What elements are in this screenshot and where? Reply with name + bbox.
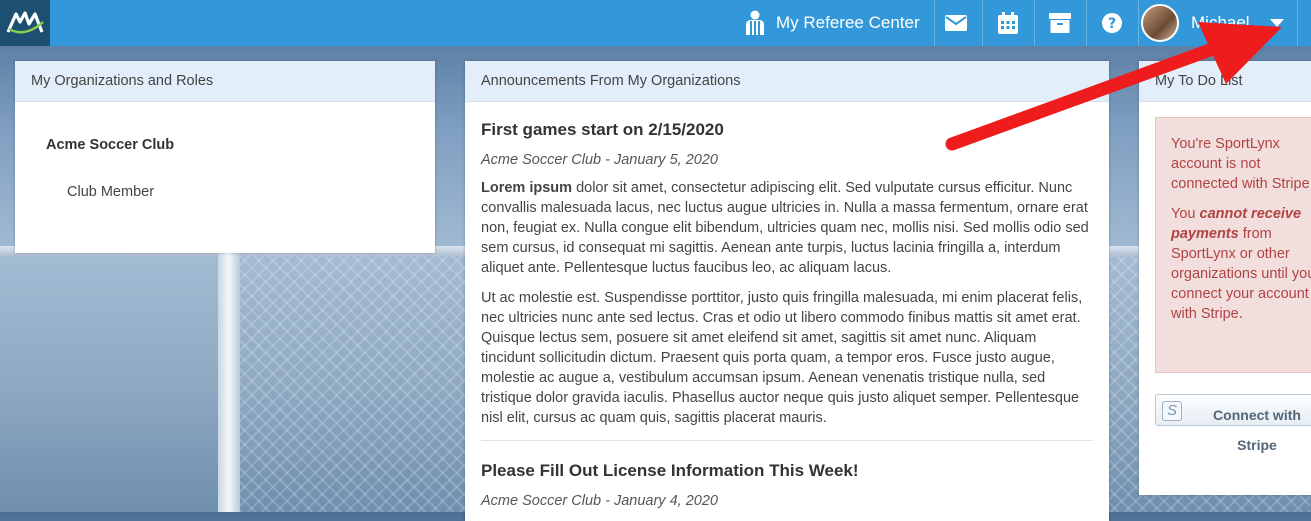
alert-you: You	[1171, 206, 1200, 222]
announcement-bold-lead: Lorem ipsum	[481, 180, 573, 196]
connect-stripe-label: Connect with Stripe	[1213, 407, 1301, 453]
announcement-title: Please Fill Out License Information This…	[481, 461, 859, 480]
stripe-icon: S	[1162, 401, 1182, 421]
logo-icon	[6, 11, 44, 34]
top-nav-bar: My Referee Center ? Michael	[0, 0, 1311, 46]
announcement-paragraph: Ut ac molestie est. Suspendisse porttito…	[481, 290, 1083, 426]
nav-divider	[1297, 0, 1298, 46]
messages-button[interactable]	[930, 0, 983, 46]
referee-icon	[746, 10, 764, 35]
background-goal-post	[218, 250, 240, 512]
calendar-icon	[998, 12, 1018, 34]
organizations-panel-title: My Organizations and Roles	[15, 61, 435, 102]
organization-name[interactable]: Acme Soccer Club	[46, 137, 174, 153]
connect-stripe-button[interactable]: S Connect with Stripe	[1155, 394, 1311, 453]
announcement-title: First games start on 2/15/2020	[481, 120, 724, 139]
alert-line: You cannot receive payments from SportLy…	[1171, 204, 1311, 324]
help-button[interactable]: ?	[1086, 0, 1139, 46]
announcement-text: dolor sit amet, consectetur adipiscing e…	[481, 180, 1089, 276]
referee-center-link[interactable]: My Referee Center	[730, 0, 935, 46]
archive-icon	[1049, 13, 1071, 33]
help-icon: ?	[1102, 13, 1122, 33]
caret-down-icon	[1269, 19, 1284, 27]
app-logo[interactable]	[0, 0, 50, 46]
svg-text:?: ?	[1108, 16, 1116, 32]
user-menu[interactable]: Michael	[1137, 0, 1284, 46]
announcement-paragraph: Lorem ipsum dolor sit amet, consectetur …	[481, 178, 1093, 278]
organization-role: Club Member	[67, 184, 155, 200]
calendar-button[interactable]	[982, 0, 1035, 46]
envelope-icon	[945, 15, 967, 31]
referee-center-label: My Referee Center	[776, 13, 920, 32]
announcement-meta: Acme Soccer Club - January 5, 2020	[481, 152, 718, 168]
alert-line: You're SportLynx account is not connecte…	[1171, 136, 1311, 192]
todo-panel-title: My To Do List	[1139, 61, 1311, 102]
stripe-alert: You're SportLynx account is not connecte…	[1155, 117, 1311, 373]
organizations-panel: My Organizations and Roles Acme Soccer C…	[15, 61, 435, 253]
avatar	[1141, 4, 1179, 42]
announcements-panel-title: Announcements From My Organizations	[465, 61, 1109, 102]
archive-button[interactable]	[1034, 0, 1087, 46]
announcements-panel: Announcements From My Organizations Firs…	[465, 61, 1109, 521]
announcement-meta: Acme Soccer Club - January 4, 2020	[481, 493, 718, 509]
announcement-divider	[481, 440, 1093, 441]
todo-panel: My To Do List You're SportLynx account i…	[1139, 61, 1311, 495]
user-name: Michael	[1191, 13, 1250, 32]
